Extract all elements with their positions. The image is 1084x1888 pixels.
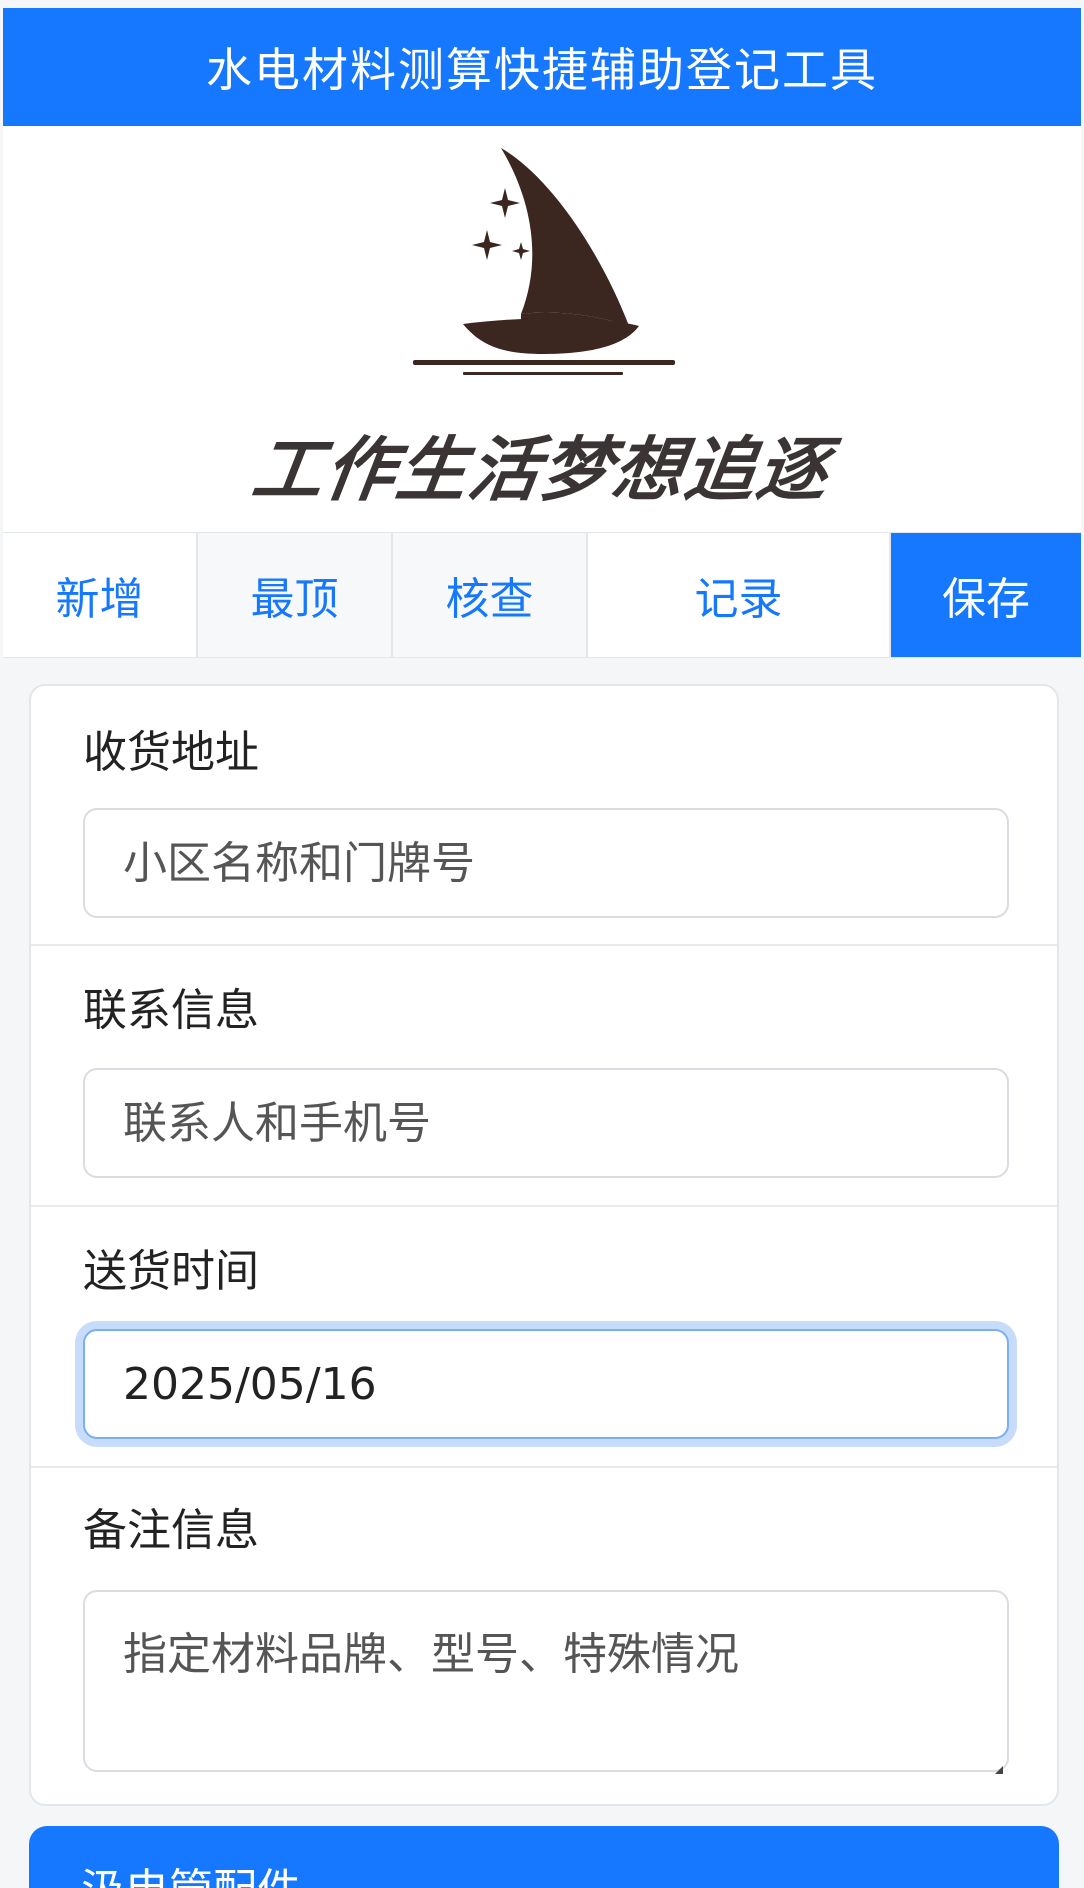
address-label: 收货地址 [83,727,259,778]
contact-label: 联系信息 [83,985,259,1036]
banner-slogan: 工作生活梦想追逐 [247,429,835,511]
order-form: 收货地址 联系信息 送货时间 备注信息 [29,684,1059,1806]
sparkle-icon [472,230,502,260]
app-window: 水电材料测算快捷辅助登记工具 工作生活梦想追逐 新增 最顶 核查 记录 保存 收… [3,8,1081,1888]
field-contact: 联系信息 [31,946,1057,1207]
title-bar: 水电材料测算快捷辅助登记工具 [3,8,1081,126]
delivery-time-label: 送货时间 [83,1246,259,1297]
tab-verify[interactable]: 核查 [393,533,588,657]
delivery-date-input[interactable] [83,1329,1009,1439]
app-title: 水电材料测算快捷辅助登记工具 [206,43,878,97]
resize-grip-icon[interactable] [995,1766,1003,1774]
sparkle-icon [490,188,520,218]
tab-save[interactable]: 保存 [891,533,1081,657]
tab-records[interactable]: 记录 [588,533,891,657]
contact-input[interactable] [83,1068,1009,1178]
field-address: 收货地址 [31,686,1057,946]
address-input[interactable] [83,808,1009,918]
field-delivery-time: 送货时间 [31,1207,1057,1468]
pipe-fittings-button[interactable]: 汲电管配件 [29,1826,1059,1888]
banner: 工作生活梦想追逐 [3,126,1081,532]
action-tabs: 新增 最顶 核查 记录 保存 [3,532,1081,658]
sparkle-icon [512,242,530,260]
notes-label: 备注信息 [83,1505,259,1556]
sailboat-logo-icon [413,148,675,375]
notes-textarea[interactable] [83,1590,1009,1772]
tab-top[interactable]: 最顶 [198,533,393,657]
pipe-fittings-button-label: 汲电管配件 [81,1865,301,1888]
field-notes: 备注信息 [31,1468,1057,1804]
tab-add[interactable]: 新增 [3,533,198,657]
